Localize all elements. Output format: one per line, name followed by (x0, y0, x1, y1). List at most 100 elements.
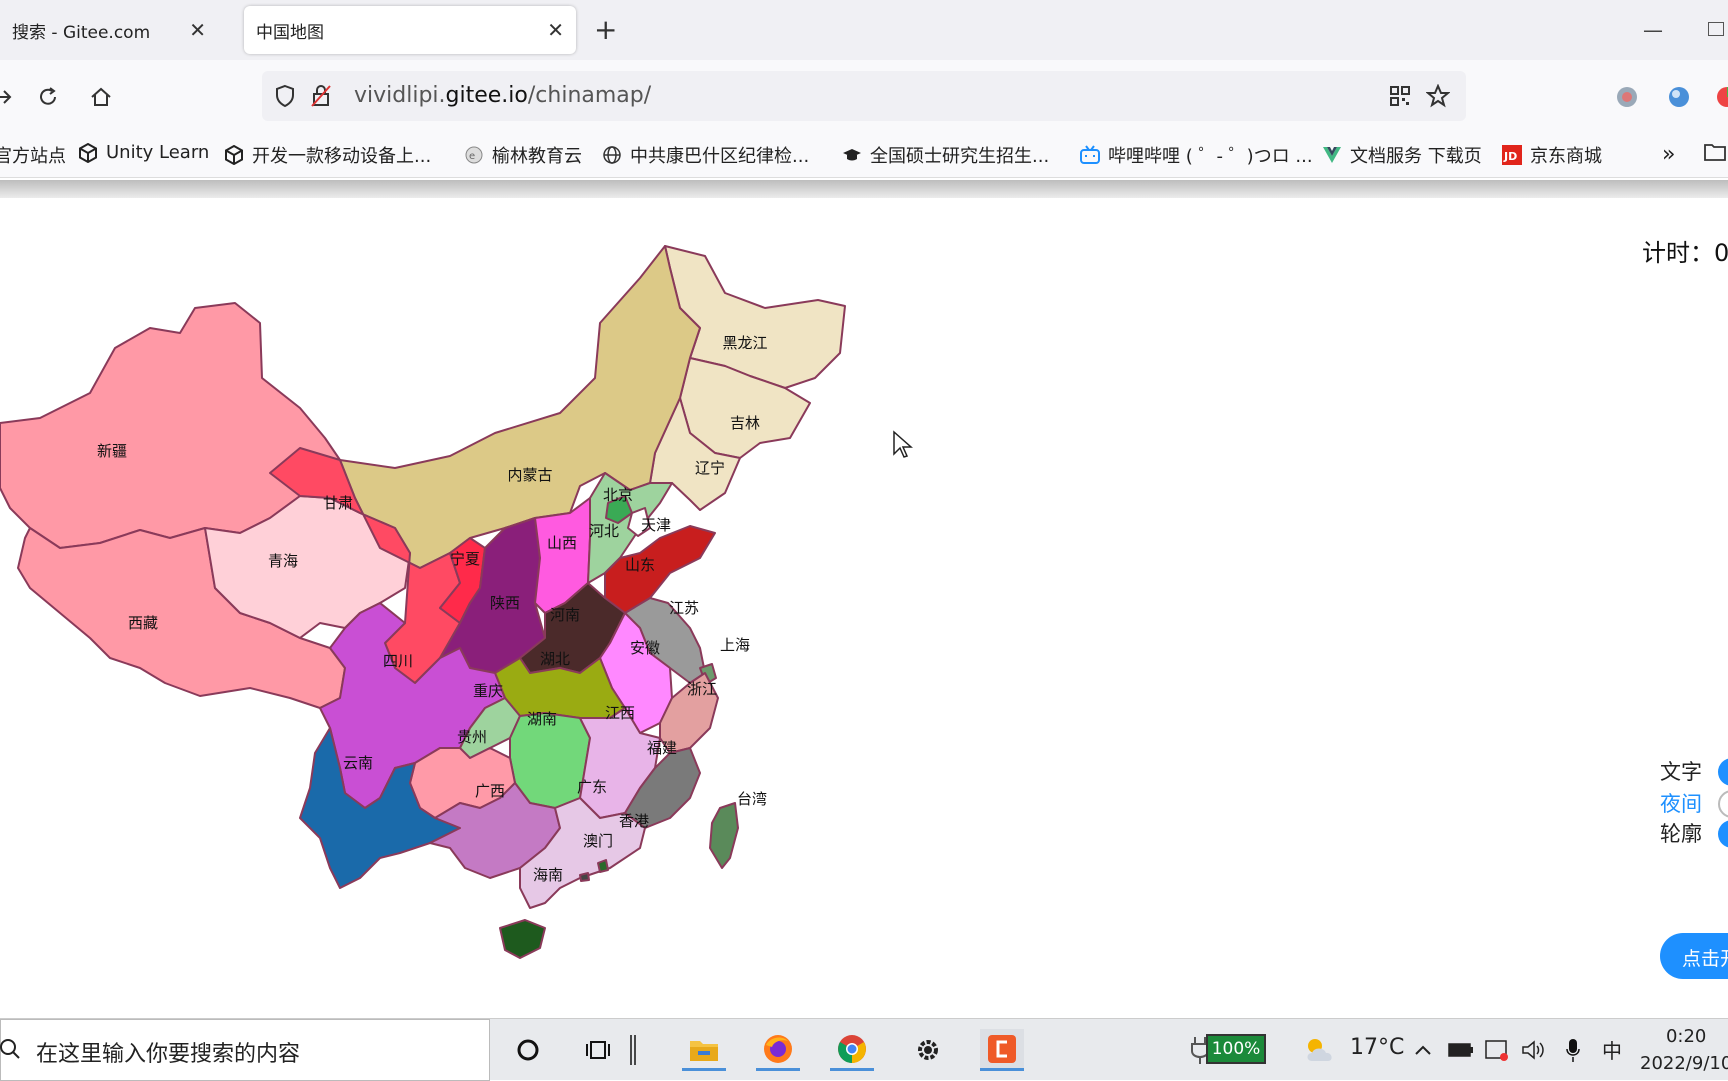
label-xianggang: 香港 (619, 812, 649, 830)
label-shanghai: 上海 (720, 636, 750, 654)
label-shaanxi: 陕西 (490, 594, 520, 612)
task-view-icon[interactable] (576, 1029, 620, 1071)
timer-label: 计时：0 (1642, 239, 1728, 267)
forward-icon[interactable] (0, 82, 18, 112)
tab-china-map[interactable]: 中国地图 ✕ (244, 6, 576, 54)
qr-code-icon[interactable] (1385, 81, 1415, 111)
extension-color-icon[interactable] (1712, 82, 1728, 112)
start-button[interactable]: 点击开始 (1660, 933, 1728, 979)
bookmark-yulin-edu[interactable]: e 榆林教育云 (464, 142, 582, 168)
search-icon (0, 1039, 20, 1059)
mouse-cursor-icon (893, 430, 913, 458)
unity-icon (225, 145, 243, 165)
bookmark-official-site[interactable]: 官方站点 (0, 142, 66, 168)
chevron-up-icon[interactable] (1410, 1029, 1436, 1071)
bookmark-mobile-dev[interactable]: 开发一款移动设备上... (224, 142, 431, 168)
battery-indicator[interactable]: 100% (1206, 1034, 1266, 1064)
tab-label: 中国地图 (256, 22, 324, 43)
url-prefix: vividlipi. (354, 83, 446, 108)
outline-toggle-switch[interactable] (1718, 820, 1728, 848)
label-sichuan: 四川 (383, 652, 413, 670)
sync-icon[interactable] (1482, 1029, 1512, 1071)
tab-label: 搜索 - Gitee.com (12, 22, 151, 43)
label-tianjin: 天津 (641, 516, 671, 534)
tab-strip: 搜索 - Gitee.com ✕ 中国地图 ✕ + — (0, 0, 1728, 60)
profile-globe-icon[interactable] (1664, 82, 1694, 112)
bookmark-unity-learn[interactable]: Unity Learn (78, 142, 209, 163)
province-xianggang[interactable] (597, 859, 609, 873)
home-icon[interactable] (86, 82, 116, 112)
label-hubei: 湖北 (540, 650, 570, 668)
label-fujian: 福建 (647, 739, 677, 757)
text-toggle-label: 文字 (1660, 760, 1702, 784)
jd-icon: JD (1502, 145, 1522, 165)
label-hunan: 湖南 (527, 710, 557, 728)
chrome-icon[interactable] (830, 1029, 874, 1071)
app-c-icon[interactable] (980, 1029, 1024, 1071)
navigation-bar: vividlipi.gitee.io/chinamap/ (0, 60, 1728, 134)
bookmark-bilibili[interactable]: 哔哩哔哩 ( ゜- ゜)つロ ... (1080, 142, 1313, 168)
label-beijing: 北京 (603, 486, 633, 504)
taskbar-search[interactable]: 在这里输入你要搜索的内容 (0, 1019, 490, 1081)
bookmark-label: Unity Learn (106, 142, 210, 163)
input-method-indicator[interactable]: 中 (1602, 1035, 1622, 1064)
label-guizhou: 贵州 (457, 728, 487, 746)
clock-date: 2022/9/10 (1640, 1053, 1728, 1074)
extension-icon[interactable] (1612, 82, 1642, 112)
reload-icon[interactable] (33, 82, 63, 112)
folder-icon[interactable] (1704, 142, 1726, 162)
volume-icon[interactable] (1518, 1029, 1548, 1071)
province-taiwan[interactable] (709, 802, 739, 869)
globe-icon (603, 146, 621, 164)
taskbar-clock[interactable]: 0:20 2022/9/10 (1640, 1023, 1728, 1077)
restore-icon[interactable] (1708, 22, 1724, 36)
cortana-icon[interactable] (506, 1029, 550, 1071)
label-henan: 河南 (550, 606, 580, 624)
bookmark-docs-download[interactable]: 文档服务 下载页 (1322, 142, 1482, 168)
shield-icon[interactable] (270, 81, 300, 111)
close-icon[interactable]: ✕ (189, 18, 206, 42)
label-xizang: 西藏 (128, 614, 158, 632)
province-aomen[interactable] (579, 872, 590, 882)
label-shandong: 山东 (625, 556, 655, 574)
microphone-icon[interactable] (1560, 1029, 1586, 1071)
province-hainan[interactable] (499, 919, 546, 959)
bookmark-label: 文档服务 下载页 (1350, 146, 1482, 167)
search-placeholder: 在这里输入你要搜索的内容 (36, 1042, 301, 1067)
bookmark-label: 全国硕士研究生招生... (870, 146, 1050, 167)
label-zhejiang: 浙江 (687, 680, 717, 698)
file-explorer-icon[interactable] (682, 1029, 726, 1071)
bookmarks-bar: 官方站点 Unity Learn 开发一款移动设备上... e 榆林教育云 中共… (0, 134, 1728, 178)
settings-gear-icon[interactable] (906, 1029, 950, 1071)
label-xinjiang: 新疆 (97, 442, 127, 460)
bookmark-label: 哔哩哔哩 ( ゜- ゜)つロ ... (1108, 146, 1313, 167)
bookmark-star-icon[interactable] (1423, 81, 1453, 111)
clock-time: 0:20 (1665, 1026, 1707, 1047)
weather-cloud-icon[interactable] (1298, 1029, 1342, 1071)
address-bar[interactable]: vividlipi.gitee.io/chinamap/ (262, 71, 1466, 121)
label-guangdong: 广东 (577, 778, 607, 796)
label-shanxi: 山西 (547, 534, 577, 552)
label-anhui: 安徽 (630, 639, 660, 657)
tab-gitee-search[interactable]: 搜索 - Gitee.com ✕ (0, 6, 218, 54)
bookmark-jd[interactable]: JD 京东商城 (1502, 142, 1602, 168)
close-icon[interactable]: ✕ (547, 18, 564, 42)
label-guangxi: 广西 (475, 782, 505, 800)
insecure-lock-icon[interactable] (306, 81, 336, 111)
battery-tray-icon[interactable] (1446, 1029, 1476, 1071)
new-tab-icon[interactable]: + (594, 16, 617, 44)
text-toggle-switch[interactable] (1718, 758, 1728, 786)
unity-icon (79, 142, 97, 163)
night-toggle-switch[interactable] (1718, 790, 1728, 818)
more-bookmarks-icon[interactable]: » (1662, 142, 1675, 167)
taskbar-divider (628, 1029, 638, 1071)
minimize-icon[interactable]: — (1643, 18, 1663, 42)
firefox-icon[interactable] (756, 1029, 800, 1071)
bilibili-icon (1080, 145, 1100, 164)
edu-cloud-icon: e (465, 146, 483, 164)
bookmark-kangbashi[interactable]: 中共康巴什区纪律检... (602, 142, 809, 168)
url-path: /chinamap/ (527, 83, 652, 108)
label-qinghai: 青海 (268, 552, 298, 570)
svg-text:e: e (469, 151, 475, 162)
bookmark-postgrad[interactable]: 全国硕士研究生招生... (842, 142, 1049, 168)
